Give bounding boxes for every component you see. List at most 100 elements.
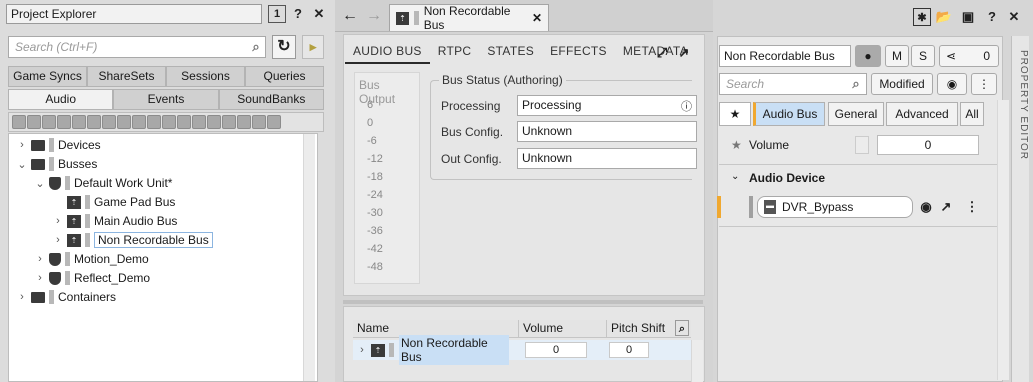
mute-button[interactable]: M bbox=[885, 45, 909, 67]
actor-mixer-icon[interactable] bbox=[72, 115, 86, 129]
volume-slider[interactable]: 0 bbox=[877, 135, 979, 155]
tab-game-syncs[interactable]: Game Syncs bbox=[8, 66, 87, 87]
tab-audio[interactable]: Audio bbox=[8, 89, 114, 110]
chevron-right-icon[interactable]: › bbox=[53, 215, 63, 227]
music-track-icon[interactable] bbox=[222, 115, 236, 129]
explorer-search-input[interactable]: Search (Ctrl+F) bbox=[8, 36, 266, 58]
tab-events[interactable]: Events bbox=[113, 89, 219, 110]
tree-item-busses[interactable]: ⌄ Busses bbox=[17, 155, 97, 173]
tab-sessions[interactable]: Sessions bbox=[166, 66, 245, 87]
col-volume[interactable]: Volume bbox=[519, 320, 607, 337]
back-arrow-icon[interactable]: ← bbox=[341, 7, 359, 25]
list-scrollbar[interactable] bbox=[691, 340, 703, 382]
bus-icon[interactable] bbox=[237, 115, 251, 129]
document-tab[interactable]: ⇡ Non Recordable Bus ✕ bbox=[389, 4, 549, 32]
tree-item-motion-demo[interactable]: › Motion_Demo bbox=[35, 250, 149, 268]
chevron-right-icon[interactable]: › bbox=[53, 234, 63, 246]
pitch-slider[interactable]: 0 bbox=[609, 342, 649, 358]
tab-soundbanks[interactable]: SoundBanks bbox=[218, 89, 324, 110]
favorite-star-icon[interactable]: ★ bbox=[731, 138, 742, 152]
tree-item-reflect-demo[interactable]: › Reflect_Demo bbox=[35, 269, 150, 287]
audio-device-heading: Audio Device bbox=[749, 171, 826, 185]
property-scrollbar[interactable] bbox=[997, 100, 1009, 380]
tree-item-non-recordable-bus[interactable]: › ⇡ Non Recordable Bus bbox=[53, 231, 213, 249]
blend-container-icon[interactable] bbox=[132, 115, 146, 129]
audio-device-icon[interactable] bbox=[267, 115, 281, 129]
aux-bus-icon[interactable] bbox=[252, 115, 266, 129]
music-playlist-icon[interactable] bbox=[192, 115, 206, 129]
chevron-down-icon[interactable]: ⌄ bbox=[35, 177, 45, 190]
voice-icon[interactable] bbox=[162, 115, 176, 129]
close-icon[interactable]: ✕ bbox=[532, 11, 542, 25]
target-icon[interactable]: ◉ bbox=[917, 198, 935, 216]
volume-slider[interactable]: 0 bbox=[525, 342, 587, 358]
close-icon[interactable]: ✕ bbox=[310, 5, 328, 23]
sync-button[interactable]: ↻ bbox=[272, 35, 296, 59]
music-segment-icon[interactable] bbox=[207, 115, 221, 129]
tab-general[interactable]: General bbox=[828, 102, 884, 126]
chevron-down-icon[interactable]: ⌄ bbox=[731, 171, 739, 182]
favorites-tab[interactable]: ★ bbox=[719, 102, 751, 126]
sequence-container-icon[interactable] bbox=[102, 115, 116, 129]
splitter[interactable] bbox=[343, 300, 703, 304]
tree-item-devices[interactable]: › Devices bbox=[17, 136, 101, 154]
work-unit-icon[interactable] bbox=[42, 115, 56, 129]
sound-icon[interactable] bbox=[147, 115, 161, 129]
chevron-right-icon[interactable]: › bbox=[17, 139, 27, 151]
more-options-icon[interactable]: ⋮ bbox=[971, 73, 997, 95]
music-switch-icon[interactable] bbox=[177, 115, 191, 129]
tree-item-default-work-unit[interactable]: ⌄ Default Work Unit* bbox=[35, 174, 172, 192]
tab-effects[interactable]: EFFECTS bbox=[542, 38, 615, 64]
side-dock-label[interactable]: PROPERTY EDITOR bbox=[1018, 50, 1029, 160]
tree-item-containers[interactable]: › Containers bbox=[17, 288, 116, 306]
chevron-right-icon[interactable]: › bbox=[35, 253, 45, 265]
popout-icon[interactable]: ↗ bbox=[937, 198, 955, 216]
info-icon[interactable]: ⓘ bbox=[681, 98, 692, 114]
chevron-right-icon[interactable]: › bbox=[17, 291, 27, 303]
audio-device-field[interactable]: ▬ DVR_Bypass bbox=[757, 196, 913, 218]
tree-scrollbar[interactable] bbox=[303, 134, 315, 381]
folder-icon[interactable] bbox=[27, 115, 41, 129]
play-icon[interactable]: ▸ bbox=[302, 35, 324, 59]
chevron-down-icon[interactable]: ⌄ bbox=[17, 158, 27, 171]
close-icon[interactable]: ✕ bbox=[1005, 8, 1023, 26]
tree-item-game-pad-bus[interactable]: ⇡ Game Pad Bus bbox=[53, 193, 175, 211]
share-count-button[interactable]: ⋖ 0 bbox=[939, 45, 999, 67]
eye-icon[interactable]: ◉ bbox=[937, 73, 967, 95]
expand-icon[interactable]: ⤢ bbox=[653, 44, 671, 62]
rtpc-indicator-icon[interactable] bbox=[855, 136, 869, 154]
open-folder-icon[interactable]: 📂 bbox=[935, 8, 953, 26]
filter-icon[interactable] bbox=[12, 115, 26, 129]
object-name-field[interactable]: Non Recordable Bus bbox=[719, 45, 851, 67]
star-pin-icon[interactable]: ✱ bbox=[913, 8, 931, 26]
meter-tick-label: -18 bbox=[367, 171, 383, 183]
tab-advanced[interactable]: Advanced bbox=[886, 102, 958, 126]
save-icon[interactable]: ▣ bbox=[959, 8, 977, 26]
popout-icon[interactable]: ↗ bbox=[675, 44, 693, 62]
solo-button[interactable]: S bbox=[911, 45, 935, 67]
tree-item-main-audio-bus[interactable]: › ⇡ Main Audio Bus bbox=[53, 212, 177, 230]
tab-queries[interactable]: Queries bbox=[245, 66, 324, 87]
panel-count-badge[interactable]: 1 bbox=[268, 5, 286, 23]
tab-states[interactable]: STATES bbox=[479, 38, 542, 64]
tab-sharesets[interactable]: ShareSets bbox=[87, 66, 166, 87]
tab-rtpc[interactable]: RTPC bbox=[430, 38, 480, 64]
work-unit-icon bbox=[49, 176, 61, 190]
switch-container-icon[interactable] bbox=[117, 115, 131, 129]
help-icon[interactable]: ? bbox=[983, 8, 1001, 26]
tab-audio-bus[interactable]: AUDIO BUS bbox=[345, 38, 430, 64]
help-icon[interactable]: ? bbox=[289, 5, 307, 23]
forward-arrow-icon[interactable]: → bbox=[365, 7, 383, 25]
list-row[interactable]: › ⇡ Non Recordable Bus 0 0 bbox=[353, 335, 691, 365]
tab-all[interactable]: All bbox=[960, 102, 984, 126]
chevron-right-icon[interactable]: › bbox=[357, 344, 367, 356]
virtual-folder-icon[interactable] bbox=[57, 115, 71, 129]
chevron-right-icon[interactable]: › bbox=[35, 272, 45, 284]
color-palette-button[interactable]: ● bbox=[855, 45, 881, 67]
more-options-icon[interactable]: ⋮ bbox=[963, 198, 981, 216]
search-icon[interactable]: ⌕ bbox=[675, 320, 689, 336]
property-search-input[interactable]: Search bbox=[719, 73, 867, 95]
random-container-icon[interactable] bbox=[87, 115, 101, 129]
modified-button[interactable]: Modified bbox=[871, 73, 933, 95]
tab-audio-bus[interactable]: Audio Bus bbox=[753, 102, 825, 126]
